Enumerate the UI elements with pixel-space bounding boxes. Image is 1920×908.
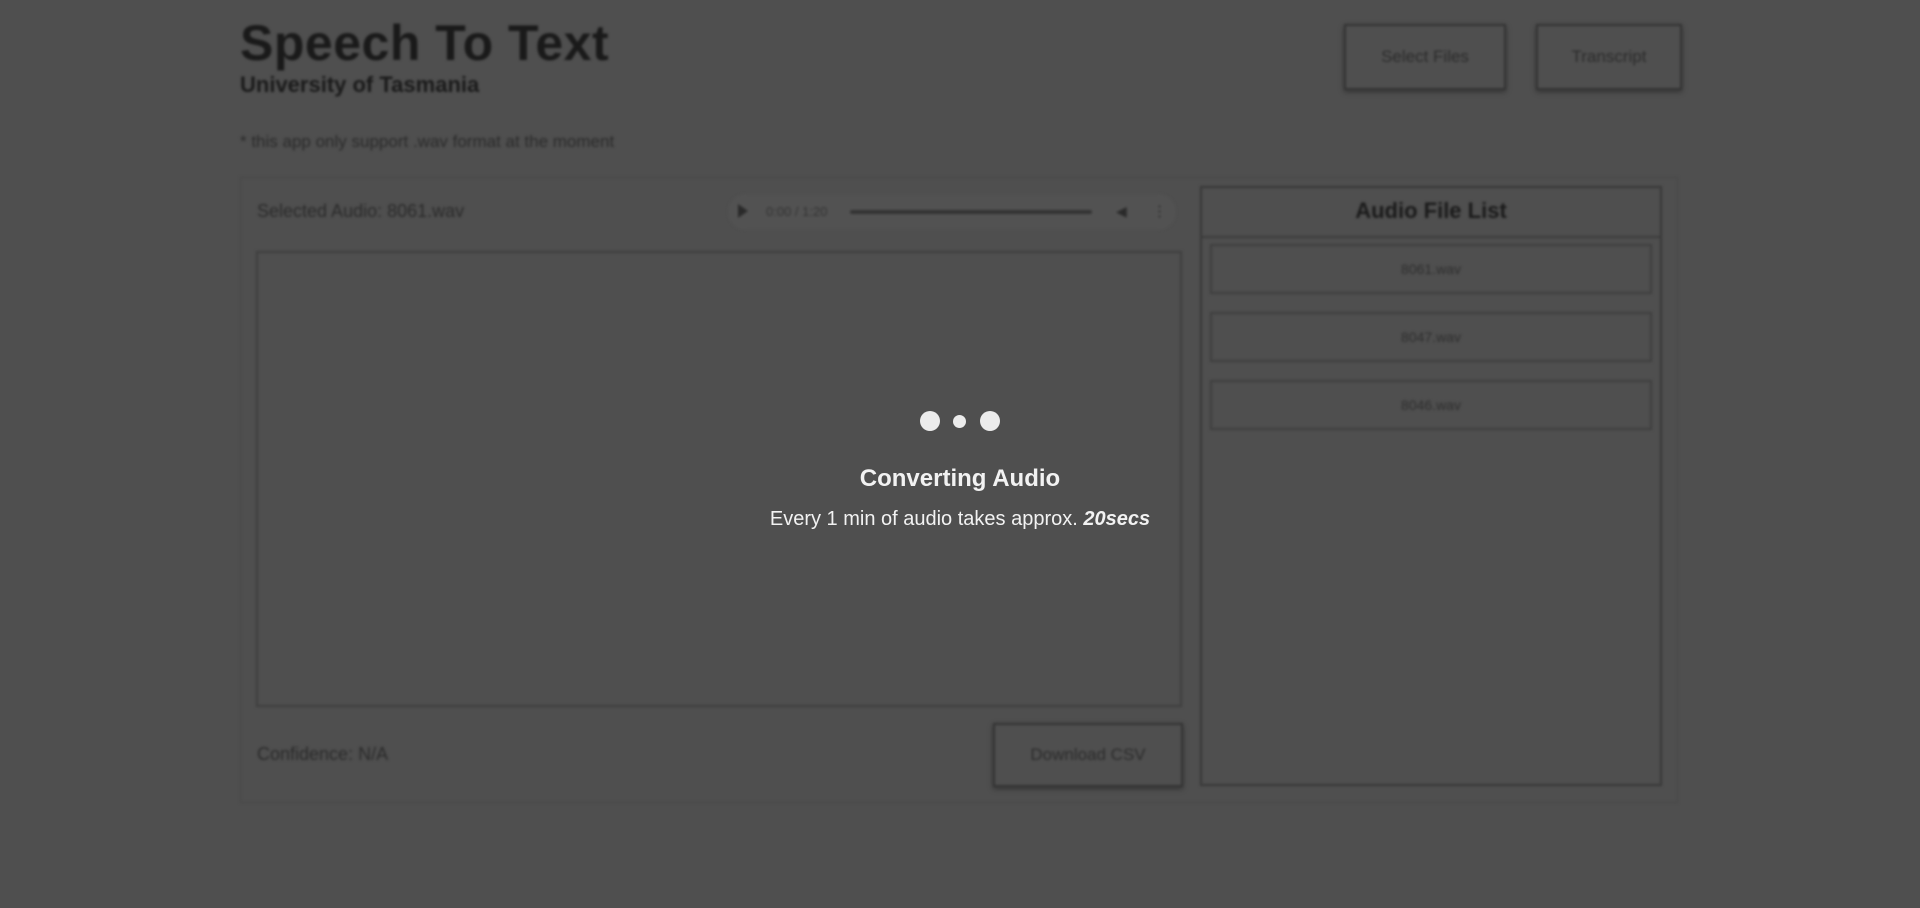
loading-dot-icon bbox=[920, 411, 940, 431]
loading-message: Every 1 min of audio takes approx. 20sec… bbox=[0, 508, 1920, 531]
loading-title: Converting Audio bbox=[859, 465, 1061, 492]
loading-message-text: Every 1 min of audio takes approx. bbox=[769, 508, 1078, 530]
loading-dot-icon bbox=[953, 415, 966, 428]
loading-dot-icon bbox=[980, 411, 1000, 431]
loading-overlay: Converting Audio Every 1 min of audio ta… bbox=[0, 0, 1920, 908]
loading-duration: 20secs bbox=[1083, 508, 1151, 530]
